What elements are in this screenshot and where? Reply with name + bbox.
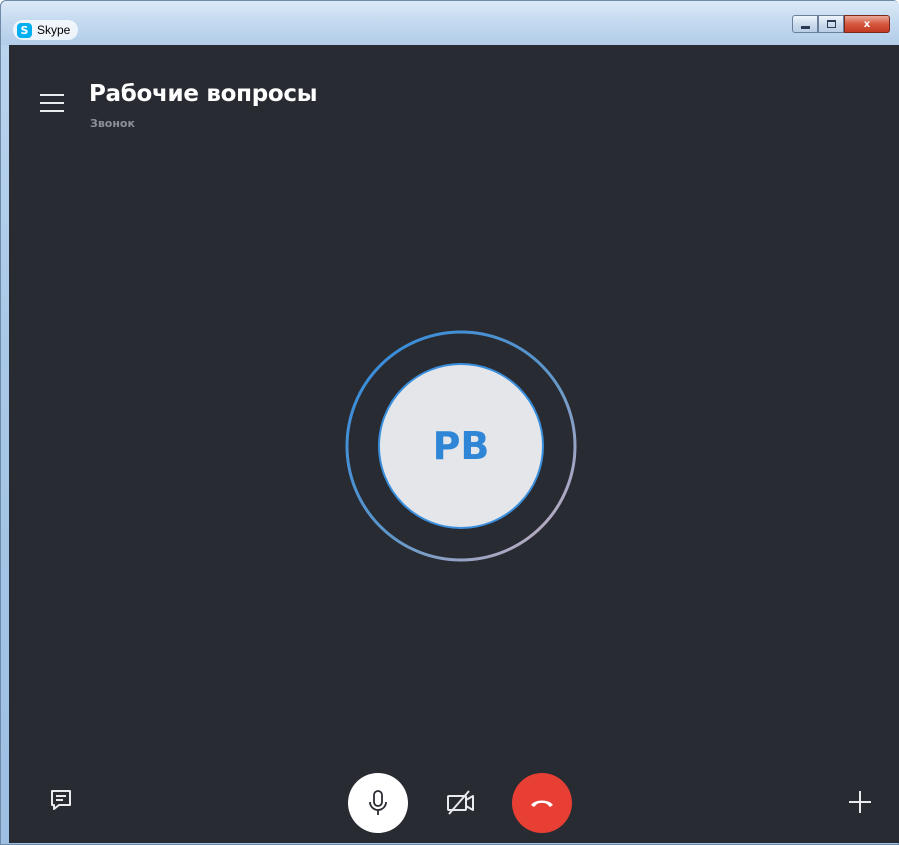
- close-button[interactable]: x: [844, 15, 890, 33]
- window-controls: x: [792, 15, 890, 33]
- hang-up-button[interactable]: [512, 773, 572, 833]
- maximize-icon: [826, 20, 836, 28]
- microphone-icon: [369, 790, 387, 815]
- conversation-title: Рабочие вопросы: [89, 81, 318, 107]
- minimize-button[interactable]: [792, 15, 818, 33]
- chat-icon[interactable]: [49, 788, 73, 812]
- window-title-text: Skype: [37, 23, 71, 37]
- avatar-initials: PB: [432, 424, 490, 468]
- mute-button[interactable]: [348, 773, 408, 833]
- close-icon: x: [863, 18, 871, 30]
- skype-logo-icon: S: [17, 22, 32, 38]
- maximize-button[interactable]: [818, 15, 844, 33]
- call-screen: Рабочие вопросы Звонок PB: [9, 45, 899, 843]
- minimize-icon: [800, 25, 810, 29]
- call-status: Звонок: [90, 117, 135, 130]
- video-off-icon[interactable]: [445, 788, 477, 816]
- window-title: S Skype: [13, 20, 79, 40]
- title-bar[interactable]: S Skype x: [1, 1, 899, 45]
- avatar: PB: [378, 363, 544, 529]
- hamburger-icon[interactable]: [40, 94, 64, 112]
- hang-up-icon: [531, 800, 553, 807]
- plus-icon[interactable]: [847, 789, 873, 815]
- app-window: S Skype x Рабочие вопросы Звонок PB: [0, 0, 899, 845]
